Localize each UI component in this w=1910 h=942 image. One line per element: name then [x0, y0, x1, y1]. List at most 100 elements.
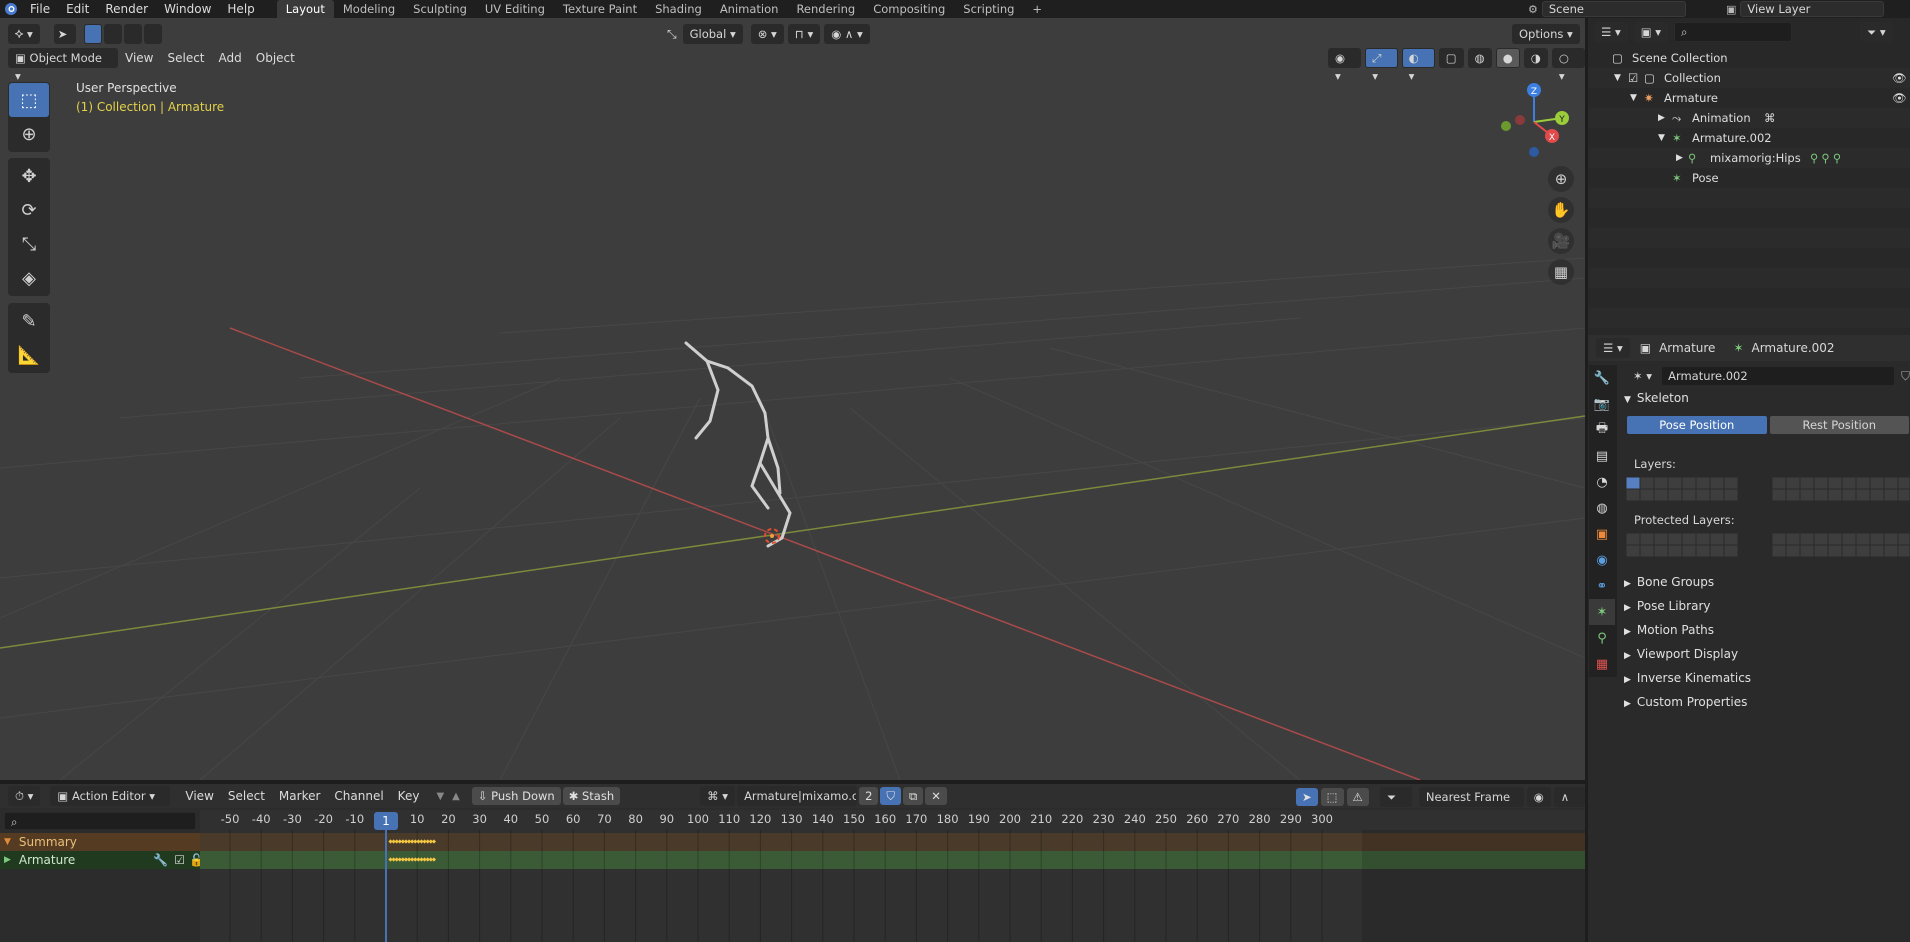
action-name-field[interactable]: Armature|mixamo.c...	[737, 786, 858, 806]
channel-summary[interactable]: ▼ Summary	[0, 833, 200, 851]
channel-armature[interactable]: ▶ Armature 🔧 ☑ 🔓	[0, 851, 204, 869]
ds-menu-view[interactable]: View	[178, 786, 220, 806]
blender-logo-icon[interactable]	[0, 2, 22, 16]
tab-shading[interactable]: Shading	[646, 0, 711, 18]
only-errors-icon[interactable]: ⚠	[1346, 788, 1369, 806]
render-tab-icon[interactable]: 📷	[1589, 391, 1615, 417]
ds-menu-select[interactable]: Select	[221, 786, 272, 806]
annotate-icon[interactable]: ✎	[9, 304, 49, 338]
tab-layout[interactable]: Layout	[276, 0, 334, 18]
panel-custom-properties[interactable]: ▶ Custom Properties	[1624, 691, 1747, 713]
pan-hand-icon[interactable]: ✋	[1548, 197, 1574, 223]
expand-arrow-icon[interactable]: ▼	[4, 837, 11, 847]
menu-render[interactable]: Render	[97, 0, 156, 18]
action-browse-dropdown[interactable]: ⌘ ▾	[700, 786, 736, 806]
select-extend-icon[interactable]	[103, 24, 122, 44]
keyframe-area[interactable]: -50 -40 -30 -20 -10 10 20 30 40 50 60 70 80 90 100 110 1…	[200, 810, 1585, 942]
transform-icon[interactable]: ◈	[9, 261, 49, 295]
cursor-icon[interactable]: ⊕	[9, 117, 49, 151]
duplicate-action-icon[interactable]: ⧉	[903, 787, 924, 805]
panel-pose-library[interactable]: ▶ Pose Library	[1624, 595, 1710, 617]
expand-arrow-icon[interactable]: ▶	[4, 855, 11, 865]
proportional-edit-toggle[interactable]: ◉ ∧ ▾	[824, 24, 870, 44]
selection-mode-buttons[interactable]	[83, 24, 162, 44]
view-layer-tab-icon[interactable]: ▤	[1589, 443, 1615, 469]
tab-texture-paint[interactable]: Texture Paint	[554, 0, 646, 18]
playhead[interactable]	[385, 830, 387, 942]
menu-file[interactable]: File	[22, 0, 58, 18]
visibility-dropdown[interactable]: ◉ ▾	[1328, 48, 1362, 83]
display-mode-dropdown[interactable]: ▣ ▾	[1633, 22, 1669, 42]
outliner-row-bone[interactable]: ▶ ⚲ mixamorig:Hips ⚲⚲⚲	[1588, 148, 1910, 168]
orientation-dropdown[interactable]: Global ▾	[682, 24, 743, 44]
add-workspace-button[interactable]: +	[1023, 0, 1051, 18]
output-tab-icon[interactable]: 🖶	[1589, 417, 1615, 443]
layers-grid[interactable]	[1625, 476, 1910, 508]
scene-selector[interactable]: ⚙ Scene	[1528, 1, 1686, 17]
editor-type-button[interactable]: ⯎ ▾	[8, 24, 40, 44]
move-icon[interactable]: ✥	[9, 159, 49, 193]
physics-tab-icon[interactable]: ◉	[1589, 547, 1615, 573]
expand-arrow-icon[interactable]: ▶	[1676, 148, 1683, 168]
outliner-row-pose[interactable]: ✶ Pose	[1588, 168, 1910, 188]
snap-dropdown[interactable]: Nearest Frame ▾	[1418, 787, 1524, 822]
grid-toggle-icon[interactable]: ▦	[1548, 259, 1574, 285]
pose-position-button[interactable]: Pose Position	[1626, 415, 1768, 435]
tab-rendering[interactable]: Rendering	[787, 0, 864, 18]
camera-icon[interactable]: 🎥	[1548, 228, 1574, 254]
current-frame-indicator[interactable]: 1	[374, 812, 398, 830]
world-tab-icon[interactable]: ◍	[1589, 495, 1615, 521]
3d-viewport[interactable]: ⯎ ▾ ➤ ⤡ Global ▾ ⊗ ▾ ⊓ ▾ ◉ ∧ ▾ Options ▾…	[0, 18, 1585, 780]
eye-icon[interactable]: 👁	[1892, 88, 1907, 108]
proportional-icon[interactable]: ◉	[1526, 787, 1551, 807]
tab-modeling[interactable]: Modeling	[334, 0, 404, 18]
tab-animation[interactable]: Animation	[711, 0, 788, 18]
dopesheet-mode-dropdown[interactable]: ▣ Action Editor ▾	[50, 786, 171, 806]
armature-data-tab-icon[interactable]: ✶	[1589, 599, 1615, 625]
menu-edit[interactable]: Edit	[58, 0, 97, 18]
ds-menu-channel[interactable]: Channel	[327, 786, 390, 806]
navigation-gizmo[interactable]: Z Y X	[1492, 80, 1572, 160]
viewport-menu-select[interactable]: Select	[160, 48, 211, 68]
shading-solid-icon[interactable]: ●	[1495, 48, 1520, 68]
options-dropdown[interactable]: Options ▾	[1512, 24, 1580, 44]
bone-tab-icon[interactable]: ⚲	[1589, 625, 1615, 651]
outliner-row-armature-data[interactable]: ▼ ✶ Armature.002	[1588, 128, 1910, 148]
select-subtract-icon[interactable]	[123, 24, 142, 44]
tool-tab-icon[interactable]: 🔧	[1589, 365, 1615, 391]
snap-toggle[interactable]: ⊓ ▾	[787, 24, 821, 44]
layer-down-icon[interactable]: ▼	[436, 791, 444, 802]
overlay-toggle[interactable]: ◐ ▾	[1401, 48, 1435, 83]
data-browse-dropdown[interactable]: ✶ ▾	[1626, 366, 1660, 386]
wrench-icon[interactable]: 🔧	[153, 853, 168, 867]
rotate-icon[interactable]: ⟳	[9, 193, 49, 227]
fake-user-shield-icon[interactable]: ⛉	[880, 787, 902, 805]
outliner-search-input[interactable]: ⌕	[1674, 22, 1793, 42]
texture-tab-icon[interactable]: ▦	[1589, 651, 1615, 677]
xray-toggle[interactable]: ▢	[1438, 48, 1464, 68]
viewport-menu-object[interactable]: Object	[249, 48, 302, 68]
ds-menu-marker[interactable]: Marker	[272, 786, 327, 806]
tab-uv-editing[interactable]: UV Editing	[476, 0, 554, 18]
push-down-button[interactable]: ⇩ Push Down	[471, 787, 561, 805]
layer-up-icon[interactable]: ▲	[452, 791, 460, 802]
mode-dropdown[interactable]: ▣ Object Mode ▾	[8, 48, 118, 83]
shading-material-icon[interactable]: ◑	[1523, 48, 1548, 68]
dopesheet-filter-dropdown[interactable]: ⏷ ▾	[1379, 787, 1412, 822]
expand-arrow-icon[interactable]: ▼	[1630, 88, 1637, 108]
scale-icon[interactable]: ⤡	[9, 227, 49, 261]
object-tab-icon[interactable]: ▣	[1589, 521, 1615, 547]
shading-wireframe-icon[interactable]: ◍	[1467, 48, 1492, 68]
only-selected-icon[interactable]: ➤	[1296, 788, 1318, 806]
falloff-icon[interactable]: ∧ ▾	[1553, 787, 1585, 822]
checkbox-icon[interactable]: ☑	[1628, 68, 1638, 88]
properties-editor-type[interactable]: ☰ ▾	[1596, 338, 1630, 358]
outliner-row-scene-collection[interactable]: ▢ Scene Collection	[1588, 48, 1910, 68]
tab-compositing[interactable]: Compositing	[864, 0, 954, 18]
scene-field[interactable]: Scene	[1541, 1, 1686, 17]
tab-sculpting[interactable]: Sculpting	[404, 0, 476, 18]
gizmo-toggle[interactable]: ⤢ ▾	[1365, 48, 1398, 83]
channel-search-input[interactable]: ⌕	[4, 812, 196, 830]
fake-user-icon[interactable]: ⛉	[1901, 369, 1910, 384]
eye-icon[interactable]: 👁	[1892, 68, 1907, 88]
